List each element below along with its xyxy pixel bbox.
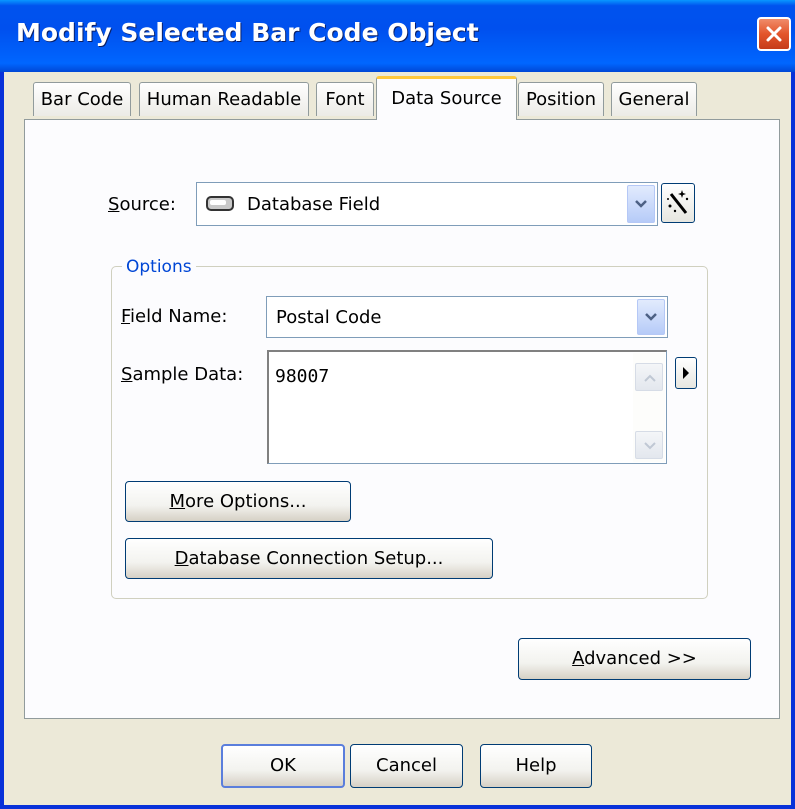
database-field-icon: [206, 196, 234, 211]
sample-data-textarea[interactable]: 98007: [267, 350, 667, 464]
window-title: Modify Selected Bar Code Object: [16, 18, 479, 47]
help-button[interactable]: Help: [480, 744, 592, 788]
insert-field-button[interactable]: [675, 357, 697, 389]
cancel-label: Cancel: [376, 755, 437, 776]
database-connection-setup-button[interactable]: Database Connection Setup...: [125, 538, 493, 579]
close-button[interactable]: [757, 17, 791, 51]
magic-wand-icon: [667, 190, 689, 214]
tab-label: Position: [525, 89, 597, 110]
field-name-label: Field Name:: [121, 306, 228, 327]
ok-button[interactable]: OK: [221, 744, 345, 788]
sample-data-value: 98007: [275, 366, 330, 387]
tab-bar-code[interactable]: Bar Code: [33, 82, 131, 116]
sample-data-scrollbar[interactable]: [633, 353, 665, 462]
cancel-button[interactable]: Cancel: [350, 744, 463, 788]
close-icon: [766, 26, 782, 42]
ok-label: OK: [270, 755, 296, 776]
source-value: Database Field: [247, 194, 381, 215]
chevron-down-icon: [645, 313, 657, 321]
field-name-dropdown-button[interactable]: [637, 299, 665, 335]
source-dropdown[interactable]: Database Field: [196, 182, 658, 226]
chevron-up-icon: [644, 374, 656, 382]
tab-label: Font: [325, 89, 365, 110]
chevron-down-icon: [635, 200, 647, 208]
advanced-button[interactable]: Advanced >>: [518, 638, 751, 680]
more-options-button[interactable]: More Options...: [125, 481, 351, 522]
tab-label: Human Readable: [146, 89, 302, 110]
sample-data-label: Sample Data:: [121, 364, 244, 385]
field-name-value: Postal Code: [276, 307, 382, 328]
scroll-up-button[interactable]: [635, 363, 663, 391]
tab-label: Data Source: [391, 88, 502, 109]
tab-font[interactable]: Font: [316, 82, 374, 116]
tab-position[interactable]: Position: [518, 82, 604, 116]
source-label: Source:: [108, 194, 176, 215]
tab-label: General: [618, 89, 690, 110]
scroll-down-button[interactable]: [635, 431, 663, 459]
tab-human-readable[interactable]: Human Readable: [139, 82, 309, 116]
title-bar[interactable]: Modify Selected Bar Code Object: [0, 0, 795, 72]
tab-data-source[interactable]: Data Source: [376, 76, 517, 120]
options-group-title: Options: [122, 257, 196, 277]
tab-general[interactable]: General: [611, 82, 697, 116]
wizard-button[interactable]: [661, 183, 695, 223]
tab-label: Bar Code: [40, 89, 124, 110]
chevron-down-icon: [644, 442, 656, 450]
source-dropdown-button[interactable]: [627, 185, 655, 223]
help-label: Help: [515, 755, 557, 776]
triangle-right-icon: [683, 367, 689, 379]
field-name-dropdown[interactable]: Postal Code: [266, 296, 668, 338]
